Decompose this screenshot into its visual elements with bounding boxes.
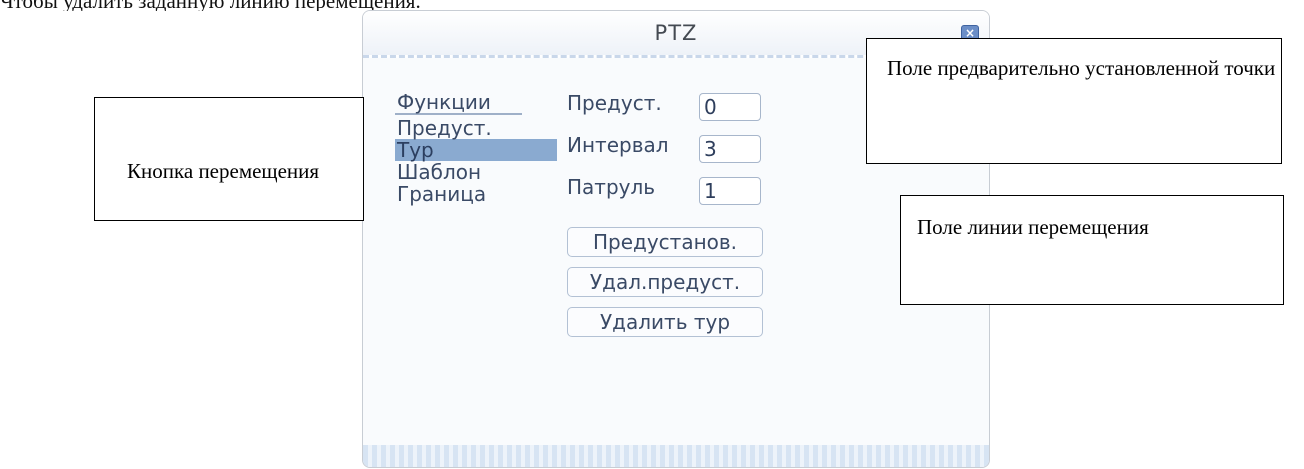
patrol-label: Патруль	[567, 175, 656, 199]
menu-item-pattern[interactable]: Шаблон	[395, 161, 555, 183]
menu-item-functions[interactable]: Функции	[395, 91, 522, 115]
patrol-input[interactable]: 1	[699, 177, 761, 205]
preset-input[interactable]: 0	[699, 93, 761, 121]
callout-move-button: Кнопка перемещения	[94, 97, 364, 221]
menu-item-border[interactable]: Граница	[395, 183, 555, 205]
interval-input[interactable]: 3	[699, 135, 761, 163]
preset-label: Предуст.	[567, 91, 662, 115]
ptz-menu: Функции Предуст. Тур Шаблон Граница	[395, 91, 557, 205]
interval-label: Интервал	[567, 133, 669, 157]
callout-preset-field: Поле предварительно установленной точки	[866, 38, 1282, 164]
set-preset-button[interactable]: Предустанов.	[567, 227, 763, 257]
delete-tour-button[interactable]: Удалить тур	[567, 307, 763, 337]
callout-line-field: Поле линии перемещения	[900, 195, 1284, 305]
delete-preset-button[interactable]: Удал.предуст.	[567, 267, 763, 297]
menu-item-tour[interactable]: Тур	[395, 139, 557, 161]
dialog-bottom-bar	[363, 445, 989, 467]
menu-item-preset[interactable]: Предуст.	[395, 117, 555, 139]
